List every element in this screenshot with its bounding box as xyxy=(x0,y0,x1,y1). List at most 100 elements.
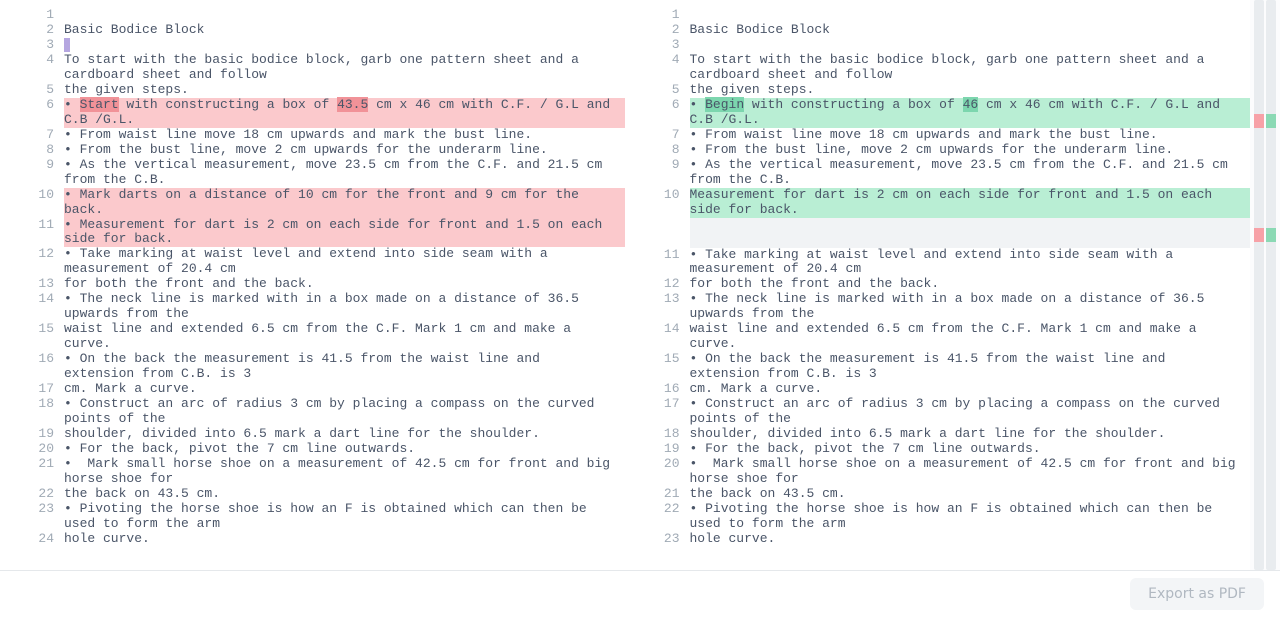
line-content: To start with the basic bodice block, ga… xyxy=(690,53,1251,83)
code-line[interactable]: 1 xyxy=(626,8,1251,23)
code-line[interactable]: 17cm. Mark a curve. xyxy=(0,382,625,397)
line-number: 1 xyxy=(0,8,64,23)
code-line[interactable]: 22the back on 43.5 cm. xyxy=(0,487,625,502)
code-line[interactable]: 12for both the front and the back. xyxy=(626,277,1251,292)
code-line[interactable]: 14waist line and extended 6.5 cm from th… xyxy=(626,322,1251,352)
line-number: 12 xyxy=(626,277,690,292)
diff-container: 12Basic Bodice Block34To start with the … xyxy=(0,0,1280,570)
code-line[interactable]: 8• From the bust line, move 2 cm upwards… xyxy=(0,143,625,158)
line-number: 15 xyxy=(626,352,690,367)
code-line[interactable]: 13for both the front and the back. xyxy=(0,277,625,292)
code-line[interactable]: 4To start with the basic bodice block, g… xyxy=(0,53,625,83)
inline-added: Begin xyxy=(705,97,744,112)
code-line[interactable]: 15waist line and extended 6.5 cm from th… xyxy=(0,322,625,352)
line-content: • For the back, pivot the 7 cm line outw… xyxy=(690,442,1251,457)
code-line[interactable]: 8• From the bust line, move 2 cm upwards… xyxy=(626,143,1251,158)
minimap-mark[interactable] xyxy=(1266,228,1276,242)
line-content: • Construct an arc of radius 3 cm by pla… xyxy=(64,397,625,427)
code-line[interactable]: 19• For the back, pivot the 7 cm line ou… xyxy=(626,442,1251,457)
code-line[interactable]: 10• Mark darts on a distance of 10 cm fo… xyxy=(0,188,625,218)
code-line[interactable]: 11• Measurement for dart is 2 cm on each… xyxy=(0,218,625,248)
code-line[interactable]: 9• As the vertical measurement, move 23.… xyxy=(0,158,625,188)
code-line[interactable]: 3 xyxy=(626,38,1251,53)
line-number: 19 xyxy=(0,427,64,442)
code-line[interactable]: 2Basic Bodice Block xyxy=(0,23,625,38)
line-number: 17 xyxy=(626,397,690,412)
line-number: 5 xyxy=(0,83,64,98)
line-content: the back on 43.5 cm. xyxy=(690,487,1251,502)
line-number: 2 xyxy=(0,23,64,38)
line-content: • From waist line move 18 cm upwards and… xyxy=(64,128,625,143)
line-number: 1 xyxy=(626,8,690,23)
line-content: • Mark darts on a distance of 10 cm for … xyxy=(64,188,625,218)
code-line[interactable]: 4To start with the basic bodice block, g… xyxy=(626,53,1251,83)
code-line[interactable]: 22• Pivoting the horse shoe is how an F … xyxy=(626,502,1251,532)
footer-bar: Export as PDF xyxy=(0,570,1280,617)
code-line[interactable]: 19shoulder, divided into 6.5 mark a dart… xyxy=(0,427,625,442)
line-number: 20 xyxy=(626,457,690,472)
code-line[interactable]: 23hole curve. xyxy=(626,532,1251,547)
line-number: 16 xyxy=(626,382,690,397)
code-line[interactable]: 7• From waist line move 18 cm upwards an… xyxy=(0,128,625,143)
line-number: 7 xyxy=(0,128,64,143)
minimap-mark[interactable] xyxy=(1254,228,1264,242)
left-pane[interactable]: 12Basic Bodice Block34To start with the … xyxy=(0,0,626,570)
line-number: 3 xyxy=(626,38,690,53)
code-line[interactable]: 23• Pivoting the horse shoe is how an F … xyxy=(0,502,625,532)
code-line[interactable]: 20• Mark small horse shoe on a measureme… xyxy=(626,457,1251,487)
line-content: hole curve. xyxy=(64,532,625,547)
line-number: 21 xyxy=(0,457,64,472)
line-content: • Construct an arc of radius 3 cm by pla… xyxy=(690,397,1251,427)
code-line[interactable]: 7• From waist line move 18 cm upwards an… xyxy=(626,128,1251,143)
right-pane[interactable]: 12Basic Bodice Block34To start with the … xyxy=(626,0,1251,570)
line-number: 12 xyxy=(0,247,64,262)
code-line[interactable]: 24hole curve. xyxy=(0,532,625,547)
code-line[interactable]: 12• Take marking at waist level and exte… xyxy=(0,247,625,277)
code-line[interactable]: 6• Start with constructing a box of 43.5… xyxy=(0,98,625,128)
code-line[interactable]: 21the back on 43.5 cm. xyxy=(626,487,1251,502)
line-content: • Mark small horse shoe on a measurement… xyxy=(64,457,625,487)
code-line[interactable]: 13• The neck line is marked with in a bo… xyxy=(626,292,1251,322)
line-content: cm. Mark a curve. xyxy=(690,382,1251,397)
line-number: 13 xyxy=(626,292,690,307)
line-content: • Measurement for dart is 2 cm on each s… xyxy=(64,218,625,248)
line-content: Basic Bodice Block xyxy=(690,23,1251,38)
code-line[interactable]: 9• As the vertical measurement, move 23.… xyxy=(626,158,1251,188)
line-number: 3 xyxy=(0,38,64,53)
line-number: 4 xyxy=(626,53,690,68)
line-number: 9 xyxy=(626,158,690,173)
code-line[interactable]: 5the given steps. xyxy=(0,83,625,98)
line-number: 18 xyxy=(0,397,64,412)
line-number: 8 xyxy=(0,143,64,158)
code-line[interactable]: 11• Take marking at waist level and exte… xyxy=(626,248,1251,278)
code-line[interactable]: 15• On the back the measurement is 41.5 … xyxy=(626,352,1251,382)
line-number: 20 xyxy=(0,442,64,457)
line-content: • From waist line move 18 cm upwards and… xyxy=(690,128,1251,143)
line-content: the given steps. xyxy=(690,83,1251,98)
code-line[interactable]: 14• The neck line is marked with in a bo… xyxy=(0,292,625,322)
line-number: 5 xyxy=(626,83,690,98)
code-line[interactable]: 16• On the back the measurement is 41.5 … xyxy=(0,352,625,382)
code-line[interactable]: 3 xyxy=(0,38,625,53)
code-line[interactable]: 20• For the back, pivot the 7 cm line ou… xyxy=(0,442,625,457)
code-line[interactable]: 1 xyxy=(0,8,625,23)
code-line[interactable]: 6• Begin with constructing a box of 46 c… xyxy=(626,98,1251,128)
code-line[interactable]: 10Measurement for dart is 2 cm on each s… xyxy=(626,188,1251,218)
code-line[interactable]: 21• Mark small horse shoe on a measureme… xyxy=(0,457,625,487)
code-line[interactable]: 18• Construct an arc of radius 3 cm by p… xyxy=(0,397,625,427)
code-line[interactable]: 18shoulder, divided into 6.5 mark a dart… xyxy=(626,427,1251,442)
code-line[interactable]: 5the given steps. xyxy=(626,83,1251,98)
line-number: 7 xyxy=(626,128,690,143)
code-line[interactable]: 2Basic Bodice Block xyxy=(626,23,1251,38)
inline-removed: 43.5 xyxy=(337,97,368,112)
export-pdf-button[interactable]: Export as PDF xyxy=(1130,578,1264,610)
line-number: 24 xyxy=(0,532,64,547)
code-line[interactable] xyxy=(626,218,1251,248)
line-number: 11 xyxy=(0,218,64,233)
minimap-mark[interactable] xyxy=(1266,114,1276,128)
code-line[interactable]: 16cm. Mark a curve. xyxy=(626,382,1251,397)
line-content xyxy=(690,218,1251,248)
minimap-mark[interactable] xyxy=(1254,114,1264,128)
code-line[interactable]: 17• Construct an arc of radius 3 cm by p… xyxy=(626,397,1251,427)
minimap[interactable] xyxy=(1250,0,1280,570)
